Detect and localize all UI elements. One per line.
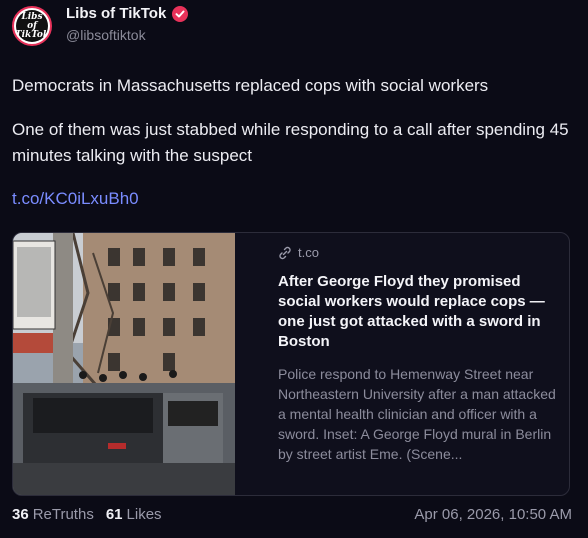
verified-badge-icon <box>172 5 189 22</box>
likes-label: Likes <box>126 506 162 523</box>
avatar-logo: Libs of TikTok <box>14 10 50 42</box>
tweet-link[interactable]: t.co/KC0iLxuBh0 <box>12 189 139 209</box>
link-icon <box>279 246 291 259</box>
tweet-paragraph-2: One of them was just stabbed while respo… <box>12 120 569 165</box>
card-title[interactable]: After George Floyd they promised social … <box>278 272 558 352</box>
avatar-text-line1: Libs of <box>21 11 43 31</box>
author-display-name-row[interactable]: Libs of TikTok <box>66 5 189 22</box>
card-domain: t.co <box>298 245 319 260</box>
author-handle[interactable]: @libsoftiktok <box>66 27 188 43</box>
retruths-label: ReTruths <box>32 506 94 523</box>
likes-count: 61 <box>105 506 123 523</box>
avatar-text-line2: TikTok <box>14 29 50 40</box>
author-display-name[interactable]: Libs of TikTok <box>66 5 166 22</box>
tweet-paragraph-1: Democrats in Massachusetts replaced cops… <box>12 76 489 95</box>
card-domain-row: t.co <box>278 245 558 260</box>
avatar[interactable]: Libs of TikTok <box>12 6 52 46</box>
card-body: t.co After George Floyd they promised so… <box>278 245 558 464</box>
likes-stat[interactable]: 61 Likes <box>106 506 162 523</box>
link-preview-card[interactable]: t.co After George Floyd they promised so… <box>12 232 570 496</box>
post-timestamp[interactable]: Apr 06, 2026, 10:50 AM <box>414 506 572 523</box>
card-description: Police respond to Hemenway Street near N… <box>278 366 556 462</box>
retruths-count: 36 <box>12 506 29 523</box>
author-names: Libs of TikTok @libsoftiktok <box>66 5 189 43</box>
card-thumbnail-image <box>13 233 235 495</box>
post-header: Libs of TikTok Libs of TikTok @libsoftik… <box>12 5 189 46</box>
retruths-stat[interactable]: 36 ReTruths <box>12 506 94 523</box>
post-footer: 36 ReTruths 61 Likes Apr 06, 2026, 10:50… <box>12 506 572 523</box>
